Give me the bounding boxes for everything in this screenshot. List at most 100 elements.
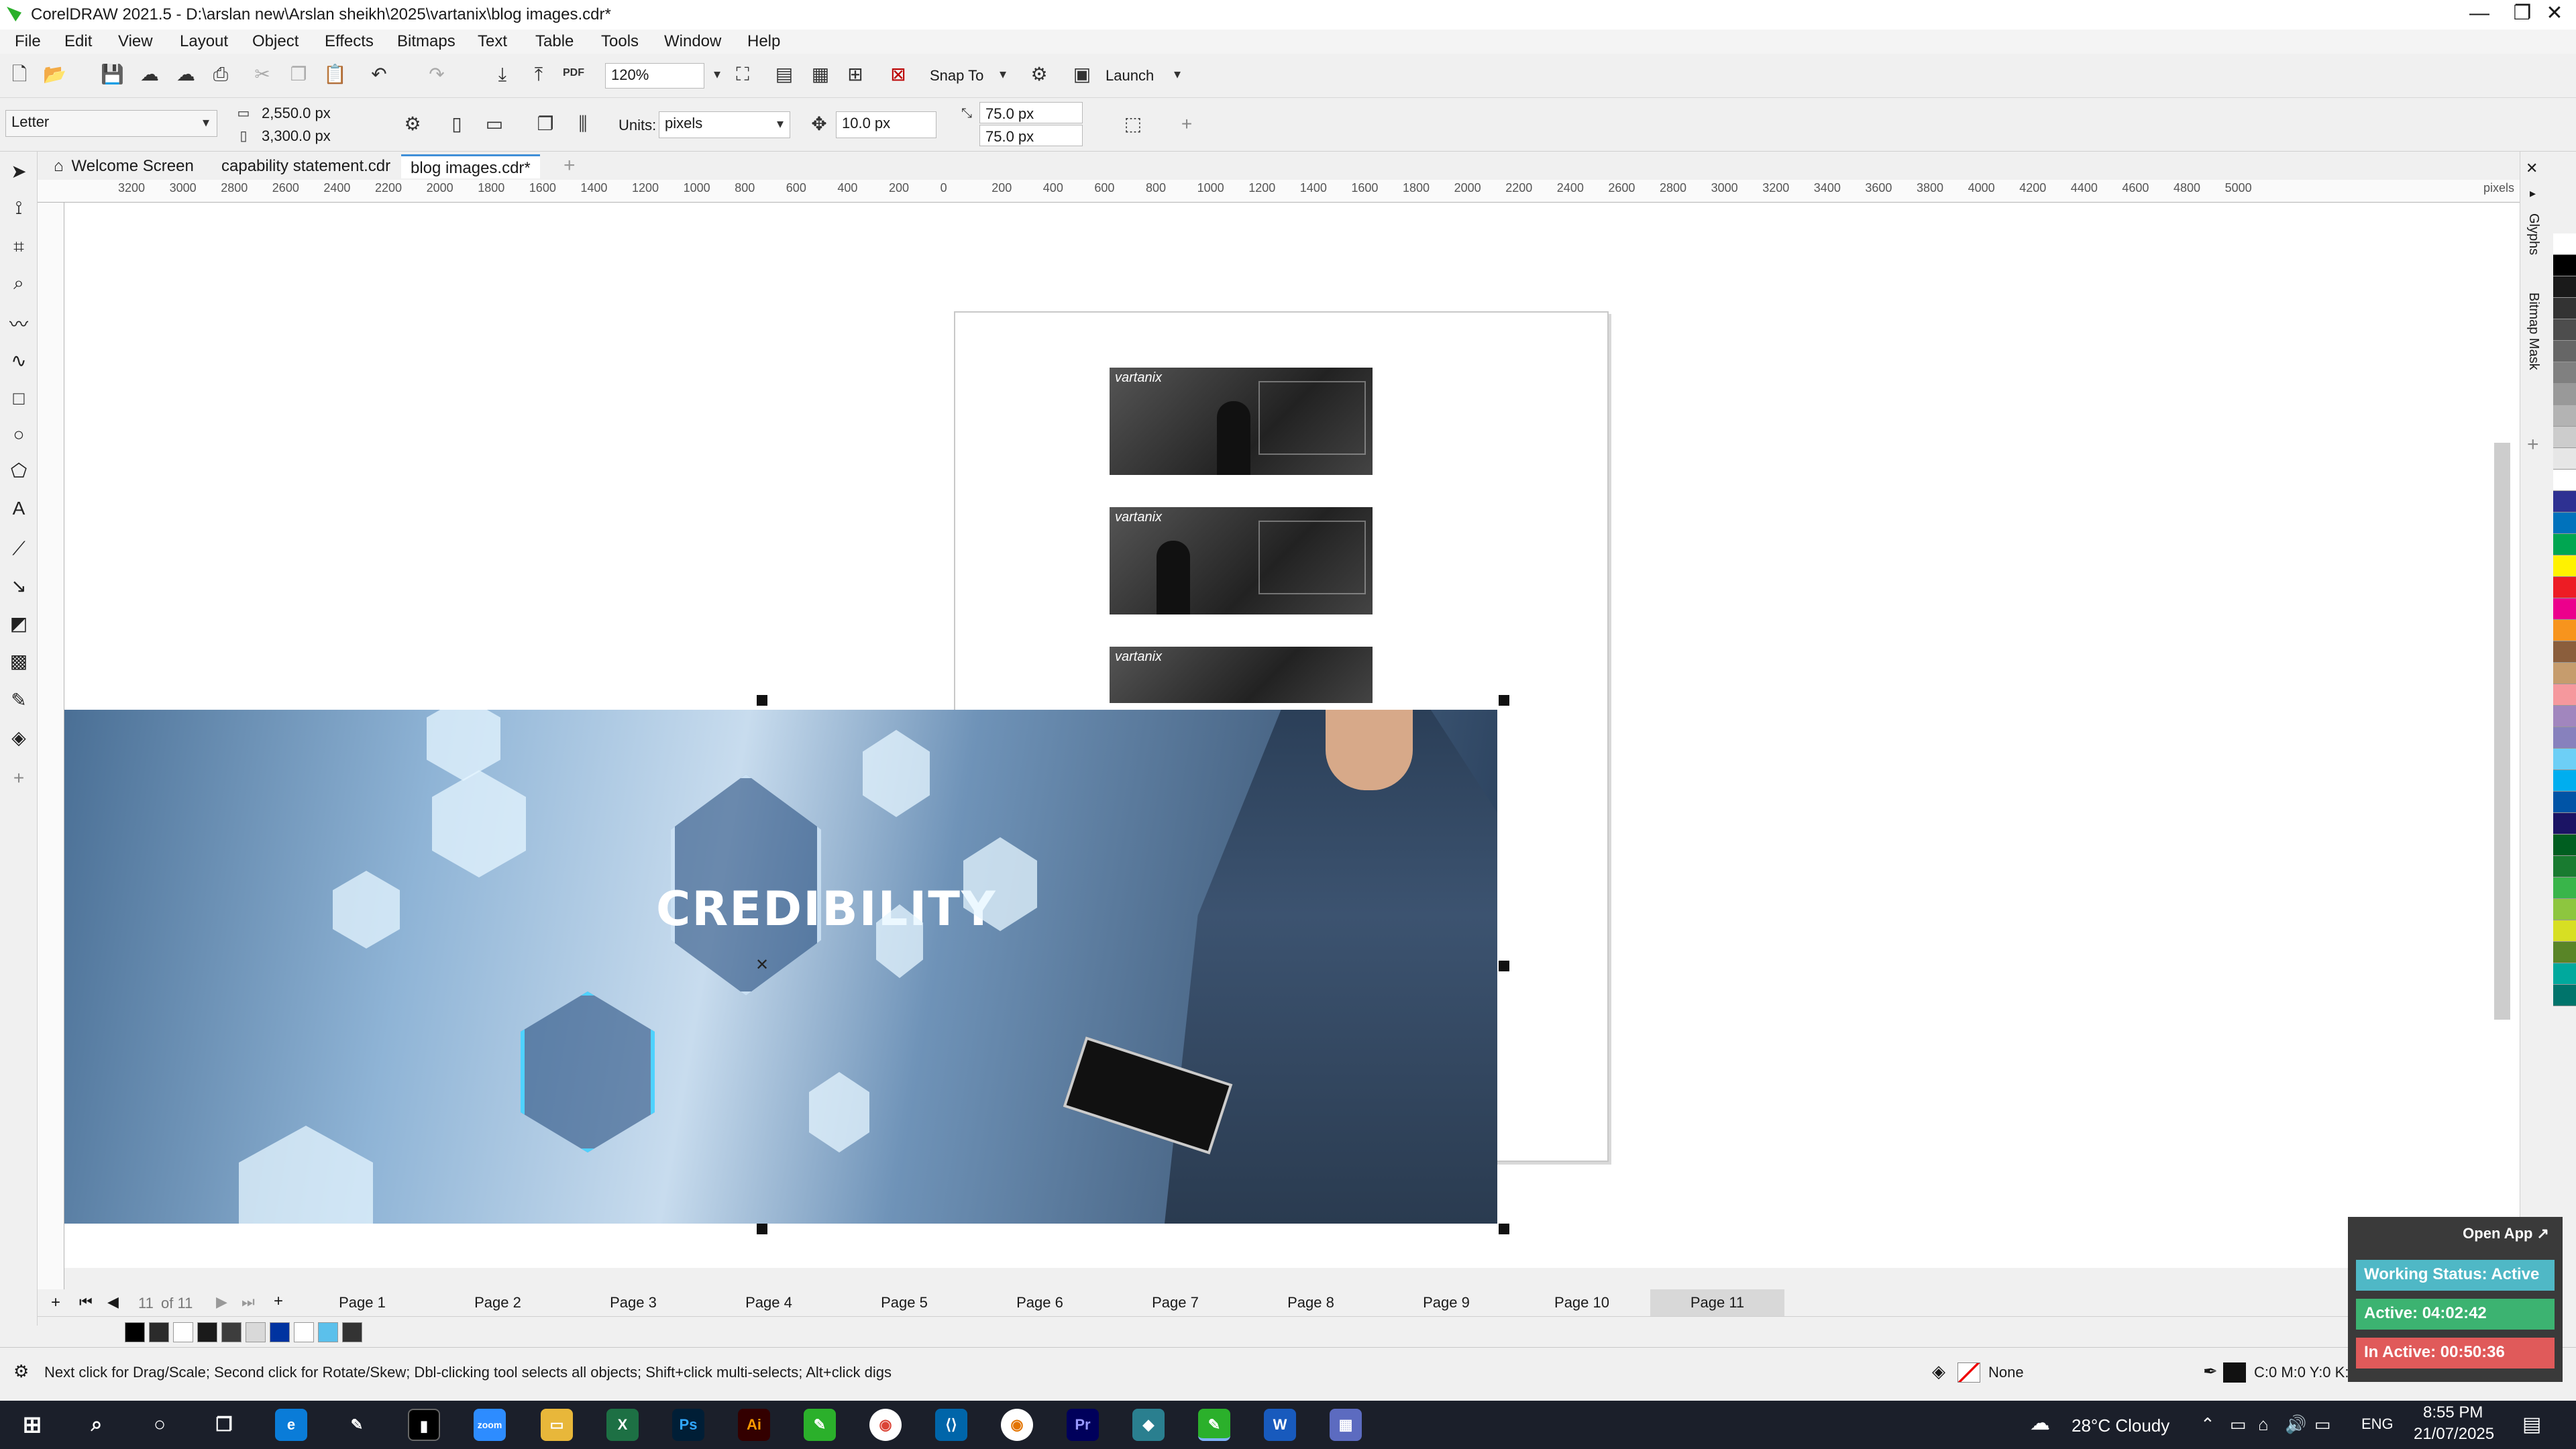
- rotation-center-icon[interactable]: ✕: [755, 955, 769, 975]
- page-tab-3[interactable]: Page 3: [566, 1289, 700, 1316]
- menu-layout[interactable]: Layout: [180, 32, 228, 51]
- palette-swatch[interactable]: [2553, 963, 2576, 985]
- page-size-dropdown-icon[interactable]: ▾: [195, 111, 217, 134]
- palette-swatch[interactable]: [2553, 319, 2576, 341]
- save-icon[interactable]: 💾: [101, 63, 124, 86]
- palette-swatch[interactable]: [2553, 835, 2576, 856]
- palette-swatch[interactable]: [2553, 555, 2576, 577]
- status-gear-icon[interactable]: ⚙: [13, 1361, 29, 1382]
- print-icon[interactable]: ⎙: [209, 63, 232, 86]
- document-swatch[interactable]: [318, 1322, 338, 1342]
- outline-pen-icon[interactable]: ✒: [2203, 1361, 2218, 1382]
- full-screen-preview-icon[interactable]: ⛶: [731, 63, 754, 86]
- duplicate-y-field[interactable]: 75.0 px: [979, 125, 1083, 146]
- document-swatch[interactable]: [294, 1322, 314, 1342]
- illustrator-icon[interactable]: Ai: [738, 1409, 770, 1441]
- premiere-icon[interactable]: Pr: [1067, 1409, 1099, 1441]
- duplicate-x-field[interactable]: 75.0 px: [979, 102, 1083, 123]
- palette-swatch[interactable]: [2553, 341, 2576, 362]
- polygon-tool-icon[interactable]: ⬠: [7, 459, 31, 483]
- document-swatch[interactable]: [246, 1322, 266, 1342]
- horizontal-ruler[interactable]: 3200 3000 2800 2600 2400 2200 2000 1800 1600 1400…: [38, 180, 2520, 203]
- menu-window[interactable]: Window: [664, 32, 721, 51]
- document-swatch[interactable]: [342, 1322, 362, 1342]
- palette-swatch[interactable]: [2553, 985, 2576, 1006]
- palette-swatch[interactable]: [2553, 276, 2576, 298]
- coreldraw-active-icon[interactable]: ✎: [1198, 1409, 1230, 1441]
- pdf-settings-icon[interactable]: ⚙: [401, 113, 424, 136]
- palette-swatch[interactable]: [2553, 470, 2576, 491]
- meet-now-icon[interactable]: ▭: [2230, 1414, 2247, 1435]
- menu-object[interactable]: Object: [252, 32, 299, 51]
- volume-icon[interactable]: 🔊: [2285, 1414, 2306, 1435]
- palette-swatch[interactable]: [2553, 856, 2576, 877]
- pen-app-icon[interactable]: ✎: [341, 1409, 373, 1441]
- language-indicator[interactable]: ENG: [2361, 1415, 2394, 1433]
- options-gear-icon[interactable]: ⚙: [1028, 63, 1051, 86]
- rectangle-tool-icon[interactable]: □: [7, 386, 31, 411]
- document-swatch[interactable]: [197, 1322, 217, 1342]
- eyedropper-icon[interactable]: ✎: [7, 688, 31, 712]
- interactive-fill-icon[interactable]: ◈: [7, 726, 31, 750]
- upload-cloud-icon[interactable]: ☁: [174, 63, 197, 86]
- freehand-tool-icon[interactable]: 〰: [7, 313, 31, 337]
- menu-help[interactable]: Help: [747, 32, 780, 51]
- connector-tool-icon[interactable]: ↘: [7, 574, 31, 598]
- document-swatch[interactable]: [173, 1322, 193, 1342]
- credibility-bitmap[interactable]: CREDIBILITY: [64, 710, 1497, 1224]
- bitmap-mask-docker-tab[interactable]: Bitmap Mask: [2526, 292, 2541, 370]
- palette-swatch[interactable]: [2553, 792, 2576, 813]
- redo-icon[interactable]: ↷: [425, 63, 448, 86]
- page-tab-7[interactable]: Page 7: [1108, 1289, 1242, 1316]
- selection-handle-bottom-right[interactable]: [1499, 1224, 1509, 1234]
- palette-swatch[interactable]: [2553, 577, 2576, 598]
- transparency-tool-icon[interactable]: ▩: [7, 649, 31, 674]
- windows-start-icon[interactable]: ⊞: [16, 1409, 48, 1441]
- palette-swatch[interactable]: [2553, 620, 2576, 641]
- all-pages-icon[interactable]: ❐: [534, 113, 557, 136]
- excel-icon[interactable]: X: [606, 1409, 639, 1441]
- palette-swatch[interactable]: [2553, 641, 2576, 663]
- page-tab-11[interactable]: Page 11: [1650, 1289, 1784, 1316]
- palette-swatch[interactable]: [2553, 663, 2576, 684]
- cloud-icon[interactable]: ☁: [138, 63, 161, 86]
- palette-swatch[interactable]: [2553, 749, 2576, 770]
- palette-swatch[interactable]: [2553, 534, 2576, 555]
- page-tab-4[interactable]: Page 4: [702, 1289, 836, 1316]
- current-page-icon[interactable]: ⫼: [572, 113, 594, 136]
- document-swatch[interactable]: [270, 1322, 290, 1342]
- palette-swatch[interactable]: [2553, 920, 2576, 942]
- open-app-link[interactable]: Open App ↗: [2463, 1225, 2549, 1242]
- clock-date[interactable]: 21/07/2025: [2414, 1425, 2494, 1444]
- show-rulers-icon[interactable]: ▤: [773, 63, 796, 86]
- page-height-field[interactable]: 3,300.0 px: [256, 125, 357, 146]
- notification-center-icon[interactable]: ▤: [2522, 1413, 2541, 1436]
- zoom-icon[interactable]: zoom: [474, 1409, 506, 1441]
- calculator-icon[interactable]: ▦: [1330, 1409, 1362, 1441]
- blog-thumbnail-1[interactable]: vartanix: [1110, 368, 1373, 475]
- page-tab-1[interactable]: Page 1: [295, 1289, 429, 1316]
- selection-handle-right[interactable]: [1499, 961, 1509, 971]
- app-diamond-icon[interactable]: ◆: [1132, 1409, 1165, 1441]
- snap-to-dropdown[interactable]: Snap To: [930, 67, 983, 85]
- menu-table[interactable]: Table: [535, 32, 574, 51]
- photoshop-icon[interactable]: Ps: [672, 1409, 704, 1441]
- cortana-icon[interactable]: ○: [144, 1409, 176, 1441]
- portrait-icon[interactable]: ▯: [445, 113, 468, 136]
- tab-welcome-screen[interactable]: ⌂ Welcome Screen: [44, 154, 203, 178]
- palette-swatch[interactable]: [2553, 384, 2576, 405]
- units-dropdown-icon[interactable]: ▾: [769, 113, 792, 136]
- tray-chevron-icon[interactable]: ⌃: [2200, 1414, 2215, 1435]
- launch-dropdown-icon[interactable]: ▾: [1166, 63, 1189, 86]
- palette-swatch[interactable]: [2553, 813, 2576, 835]
- page-tab-9[interactable]: Page 9: [1379, 1289, 1513, 1316]
- vscode-icon[interactable]: ⟨⟩: [935, 1409, 967, 1441]
- import-icon[interactable]: ⤓: [491, 63, 514, 86]
- document-swatch[interactable]: [149, 1322, 169, 1342]
- ellipse-tool-icon[interactable]: ○: [7, 423, 31, 447]
- alignment-guides-icon[interactable]: ⊠: [887, 63, 910, 86]
- menu-text[interactable]: Text: [478, 32, 507, 51]
- nudge-distance-field[interactable]: 10.0 px: [836, 111, 936, 138]
- launch-dropdown[interactable]: Launch: [1106, 67, 1154, 85]
- chrome-icon[interactable]: ◉: [869, 1409, 902, 1441]
